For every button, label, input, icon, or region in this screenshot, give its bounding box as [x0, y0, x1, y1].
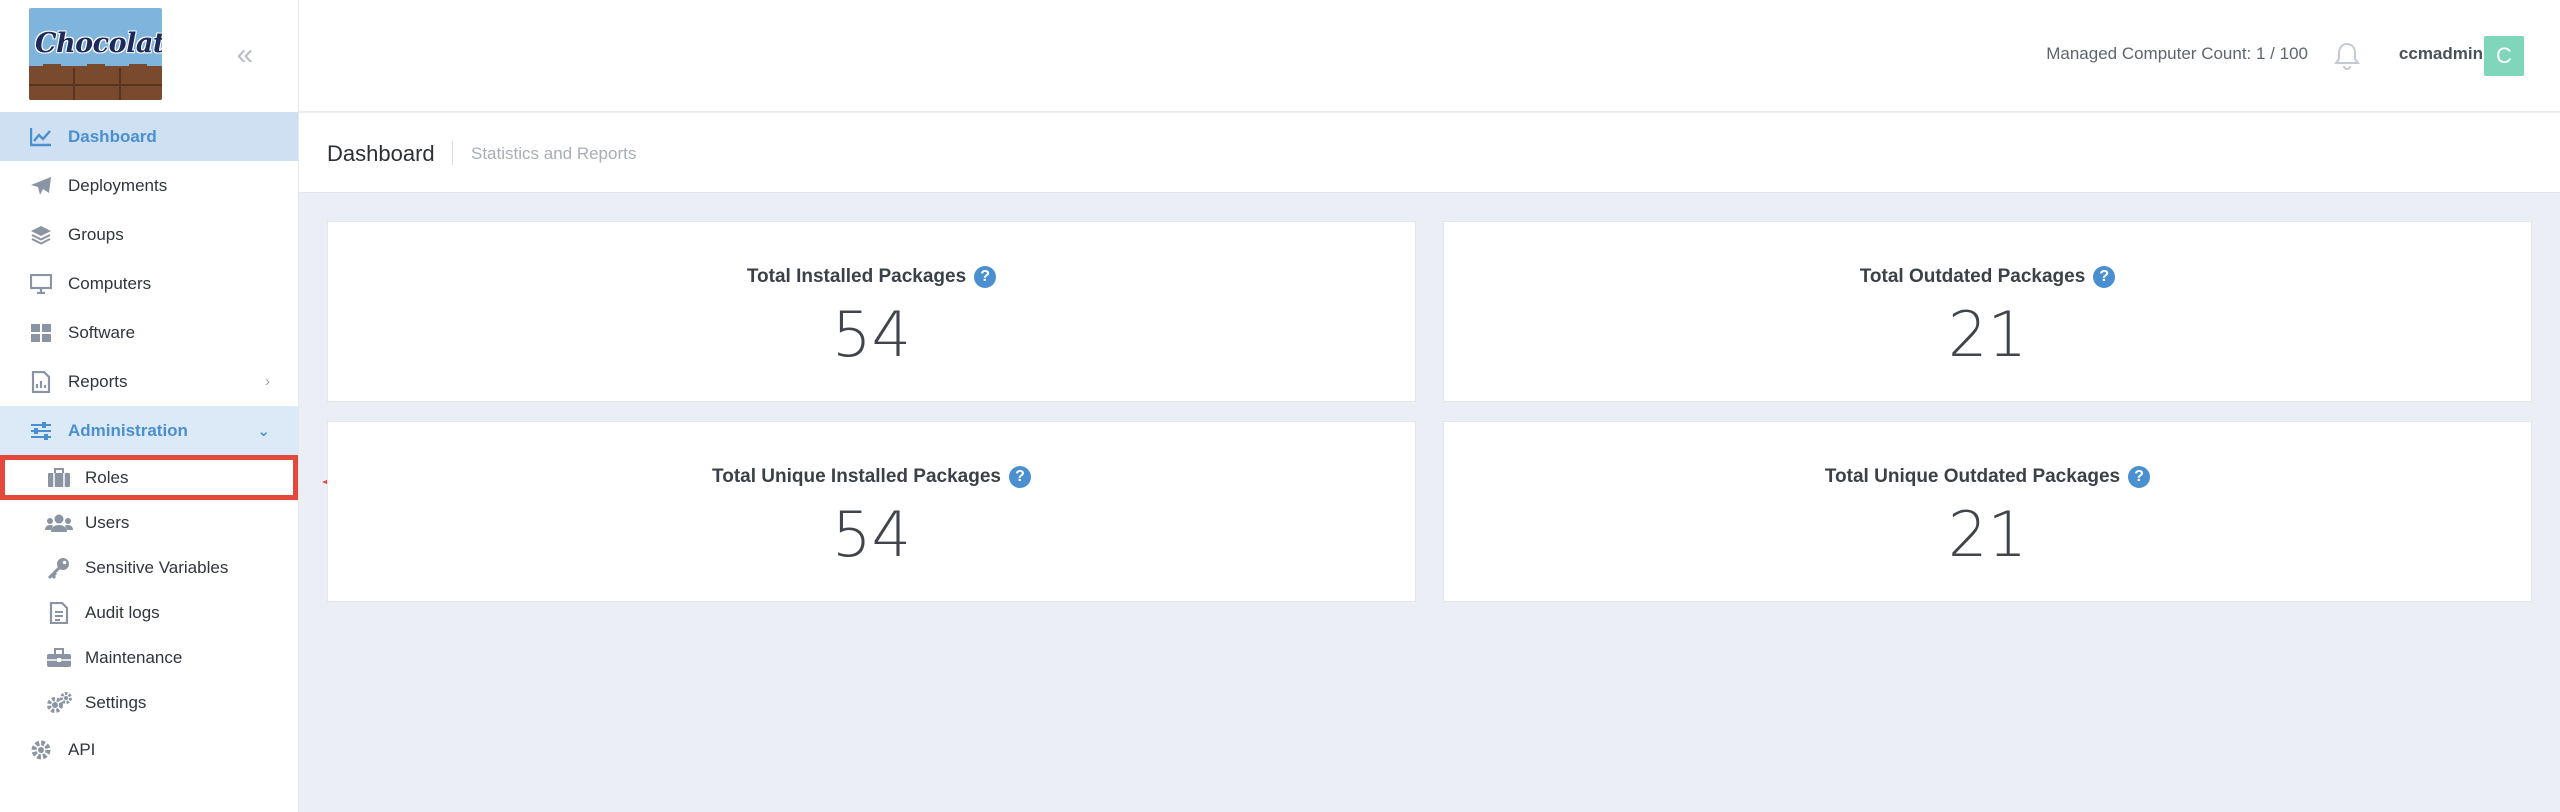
stat-value: 21 [1948, 498, 2027, 571]
app-root: Chocolatey « Dashboard Deployments [0, 0, 2560, 812]
sidebar-item-label: Groups [68, 224, 124, 244]
users-icon [45, 511, 73, 535]
grid-icon [29, 321, 53, 345]
toolbox-icon [45, 646, 73, 670]
brand-area: Chocolatey « [0, 0, 299, 112]
chevron-down-icon: ⌄ [257, 422, 270, 440]
page-header: Dashboard Statistics and Reports [299, 113, 2560, 193]
sidebar-item-label: Administration [68, 420, 188, 440]
sidebar-subitem-roles[interactable]: Roles [0, 455, 298, 500]
logo-bar-line [29, 84, 162, 86]
help-icon[interactable]: ? [1008, 466, 1031, 488]
help-icon[interactable]: ? [2128, 466, 2151, 488]
sidebar-item-reports[interactable]: Reports › [0, 357, 298, 406]
sidebar-item-label: Settings [85, 692, 147, 712]
gear-icon [29, 738, 53, 762]
logo-bar-line [119, 68, 121, 100]
page-subtitle: Statistics and Reports [471, 144, 637, 163]
stat-value: 54 [832, 298, 911, 371]
stat-card-total-installed: Total Installed Packages? 54 [327, 221, 1416, 402]
sidebar-item-label: Sensitive Variables [85, 557, 229, 577]
stat-label: Total Installed Packages [746, 266, 967, 287]
stat-label-row: Total Outdated Packages? [1444, 266, 2531, 288]
desktop-icon [29, 272, 53, 296]
briefcase-icon [45, 466, 73, 490]
notification-bell-icon[interactable] [2334, 42, 2360, 70]
sidebar-subitem-audit-logs[interactable]: Audit logs [0, 590, 298, 635]
chocolatey-logo[interactable]: Chocolatey [29, 8, 162, 100]
managed-computer-count: Managed Computer Count: 1 / 100 [2046, 44, 2308, 63]
logo-bar-line [73, 68, 75, 100]
sidebar-item-label: Software [68, 322, 136, 342]
avatar[interactable]: C [2484, 36, 2524, 76]
sidebar-item-api[interactable]: API [0, 725, 298, 774]
sidebar-item-label: API [68, 739, 96, 759]
username-label[interactable]: ccmadmin [2399, 44, 2483, 64]
sidebar-subitem-users[interactable]: Users [0, 500, 298, 545]
header-divider [452, 141, 453, 165]
sidebar-item-label: Users [85, 512, 130, 532]
sidebar-item-groups[interactable]: Groups [0, 210, 298, 259]
logo-drip [87, 64, 105, 84]
stat-label: Total Unique Installed Packages [712, 466, 1001, 487]
sidebar-item-label: Computers [68, 273, 152, 293]
help-icon[interactable]: ? [974, 266, 997, 288]
paper-plane-icon [29, 174, 53, 198]
stat-label-row: Total Unique Installed Packages? [328, 466, 1415, 488]
stat-value: 21 [1948, 298, 2027, 371]
sidebar-subitem-settings[interactable]: Settings [0, 680, 298, 725]
stat-label: Total Unique Outdated Packages [1824, 466, 2121, 487]
sidebar-nav: Dashboard Deployments Groups Computers S… [0, 112, 298, 774]
file-text-icon [45, 601, 73, 625]
stat-value: 54 [832, 498, 911, 571]
sidebar-item-administration[interactable]: Administration ⌄ [0, 406, 298, 455]
chevron-right-icon: › [265, 373, 270, 390]
stat-card-total-outdated: Total Outdated Packages? 21 [1443, 221, 2532, 402]
logo-text: Chocolatey [35, 28, 162, 59]
gears-icon [45, 691, 73, 715]
sidebar-item-label: Dashboard [68, 126, 157, 146]
collapse-sidebar-icon[interactable]: « [230, 40, 260, 70]
sidebar-item-label: Deployments [68, 175, 168, 195]
sidebar-item-computers[interactable]: Computers [0, 259, 298, 308]
chart-line-icon [29, 125, 53, 149]
sidebar-item-label: Maintenance [85, 647, 183, 667]
stat-card-total-unique-outdated: Total Unique Outdated Packages? 21 [1443, 421, 2532, 602]
file-chart-icon [29, 370, 53, 394]
sliders-icon [29, 419, 53, 443]
page-title: Dashboard [327, 141, 435, 166]
sidebar-subitem-maintenance[interactable]: Maintenance [0, 635, 298, 680]
stat-label-row: Total Installed Packages? [328, 266, 1415, 288]
sidebar-item-dashboard[interactable]: Dashboard [0, 112, 298, 161]
stat-card-total-unique-installed: Total Unique Installed Packages? 54 [327, 421, 1416, 602]
stat-label-row: Total Unique Outdated Packages? [1444, 466, 2531, 488]
stat-label: Total Outdated Packages [1859, 266, 2086, 287]
layers-icon [29, 223, 53, 247]
key-icon [45, 556, 73, 580]
sidebar-item-deployments[interactable]: Deployments [0, 161, 298, 210]
sidebar-item-label: Audit logs [85, 602, 160, 622]
sidebar-subitem-sensitive-variables[interactable]: Sensitive Variables [0, 545, 298, 590]
sidebar-item-label: Reports [68, 371, 128, 391]
sidebar-item-software[interactable]: Software [0, 308, 298, 357]
top-bar: Managed Computer Count: 1 / 100 ccmadmin… [299, 0, 2560, 112]
sidebar-item-label: Roles [85, 467, 129, 487]
sidebar: Chocolatey « Dashboard Deployments [0, 0, 299, 812]
help-icon[interactable]: ? [2093, 266, 2116, 288]
